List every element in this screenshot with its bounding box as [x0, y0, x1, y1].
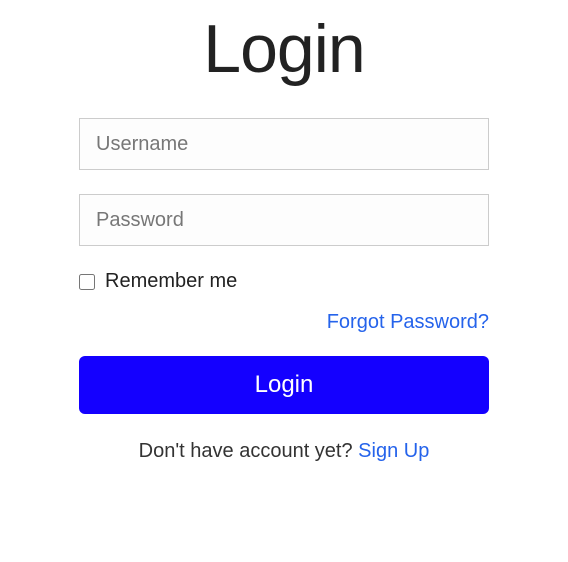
forgot-password-link[interactable]: Forgot Password? [327, 311, 489, 333]
username-input[interactable] [79, 118, 489, 170]
password-input[interactable] [79, 194, 489, 246]
remember-row: Remember me [79, 270, 489, 293]
signup-row: Don't have account yet? Sign Up [139, 440, 430, 463]
remember-checkbox[interactable] [79, 274, 95, 290]
page-title: Login [203, 10, 364, 88]
login-button[interactable]: Login [79, 356, 489, 414]
forgot-row: Forgot Password? [79, 311, 489, 334]
remember-label: Remember me [105, 270, 237, 293]
login-form: Login Remember me Forgot Password? Login… [79, 10, 489, 463]
signup-link[interactable]: Sign Up [358, 440, 429, 462]
signup-prompt: Don't have account yet? [139, 440, 359, 462]
